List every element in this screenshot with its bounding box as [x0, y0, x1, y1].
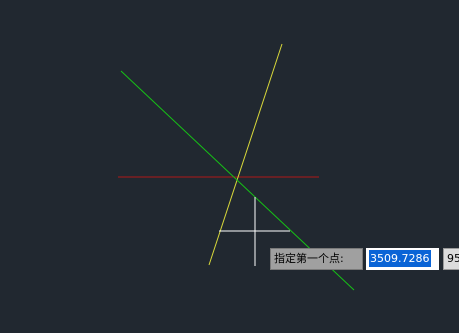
x-coordinate-input[interactable]: 3509.7286 — [366, 248, 439, 270]
drawing-viewport[interactable]: 指定第一个点: 3509.7286 95 — [0, 0, 459, 333]
prompt-label: 指定第一个点: — [274, 252, 344, 265]
drawing-canvas[interactable] — [0, 0, 459, 333]
yellow-construction-line — [208, 43, 283, 266]
x-coordinate-value: 3509.7286 — [369, 250, 431, 267]
y-coordinate-input[interactable]: 95 — [443, 248, 459, 270]
y-coordinate-value: 95 — [447, 252, 459, 265]
command-prompt-tooltip: 指定第一个点: — [270, 248, 363, 270]
